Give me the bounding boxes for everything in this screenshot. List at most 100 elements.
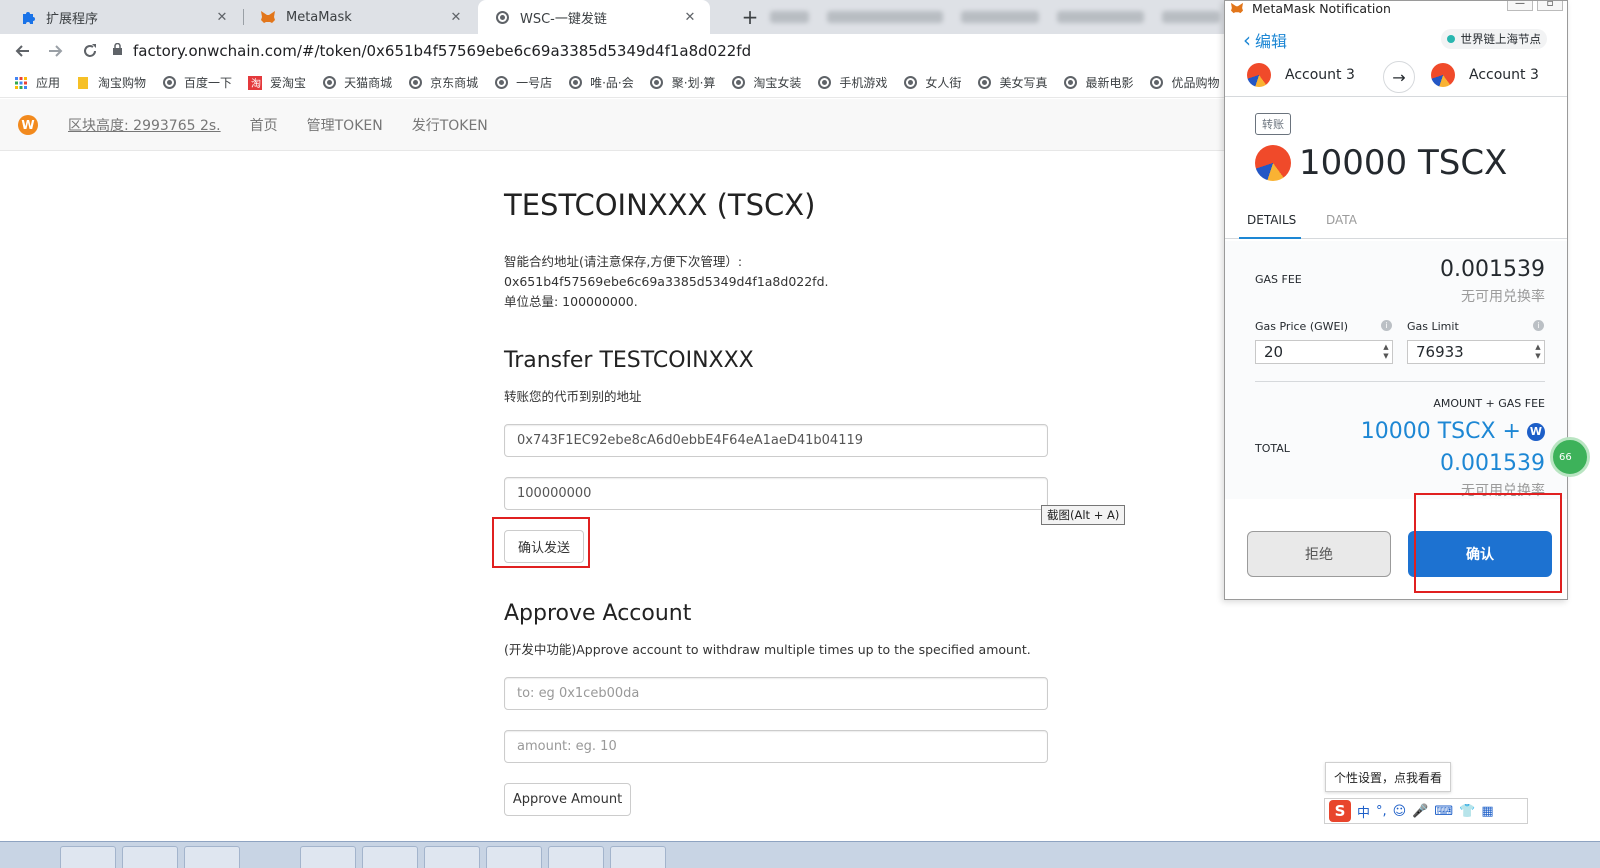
gas-price-input[interactable]: 20 ▲ ▼ [1255,340,1393,364]
metamask-titlebar: MetaMask Notification — ▫ [1225,1,1567,16]
ime-menu-icon[interactable]: ▦ [1481,804,1493,819]
bookmark-women-street[interactable]: 女人街 [903,74,961,91]
taskbar-item[interactable] [184,846,240,868]
taskbar-item[interactable] [486,846,542,868]
taskbar [0,841,1600,868]
transfer-amount-input[interactable]: 100000000 [504,477,1048,510]
contract-info: 智能合约地址(请注意保存,方便下次管理）: 0x651b4f57569ebe6c… [504,252,828,312]
metamask-tabs: DETAILS DATA [1225,207,1567,239]
bookmark-womens-wear[interactable]: 淘宝女装 [731,74,801,91]
divider [1255,381,1545,382]
url-field[interactable]: factory.onwchain.com/#/token/0x651b4f575… [112,42,751,60]
minimize-icon[interactable]: — [1507,1,1533,11]
globe-icon [322,76,336,90]
address-bar: factory.onwchain.com/#/token/0x651b4f575… [0,34,1230,68]
globe-icon [650,76,664,90]
approve-subtitle: (开发中功能)Approve account to withdraw multi… [504,642,1031,657]
recipient-address-input[interactable]: 0x743F1EC92ebe8cA6d0ebbE4F64eA1aeD41b041… [504,424,1048,457]
taskbar-item[interactable] [300,846,356,868]
tab-metamask[interactable]: MetaMask ✕ [244,0,476,34]
bookmark-label: 淘宝购物 [98,76,147,90]
taskbar-item[interactable] [60,846,116,868]
info-icon[interactable]: i [1381,320,1392,331]
tab-data[interactable]: DATA [1326,213,1357,227]
forward-arrow-icon[interactable] [42,37,70,65]
folder-icon [76,76,90,90]
stepper-icon[interactable]: ▲ ▼ [1380,341,1392,363]
ime-chinese-mode[interactable]: 中 [1357,802,1370,821]
tab-title: WSC-一键发链 [520,11,607,27]
tab-extensions[interactable]: 扩展程序 ✕ [4,0,242,34]
approve-to-input[interactable]: to: eg 0x1ceb00da [504,677,1048,710]
close-icon[interactable]: ✕ [448,10,464,25]
new-tab-button[interactable]: + [738,5,762,29]
taskbar-item[interactable] [548,846,604,868]
bookmark-taobao[interactable]: 淘宝购物 [76,74,146,91]
bookmark-label: 手机游戏 [839,76,888,90]
gas-fee-label: GAS FEE [1255,273,1302,286]
bookmark-photos[interactable]: 美女写真 [977,74,1047,91]
bookmark-vip[interactable]: 唯·品·会 [568,74,634,91]
gas-limit-input[interactable]: 76933 ▲ ▼ [1407,340,1545,364]
bookmark-tmall[interactable]: 天猫商城 [322,74,392,91]
site-logo[interactable]: W [18,114,38,135]
bookmark-apps[interactable]: 应用 [14,74,60,91]
bookmark-mobile-games[interactable]: 手机游戏 [817,74,887,91]
sogou-logo-icon[interactable]: S [1329,800,1351,822]
floating-badge[interactable]: 66 [1550,437,1590,477]
close-icon[interactable]: ✕ [214,10,230,25]
back-arrow-icon[interactable] [8,37,36,65]
transfer-subtitle: 转账您的代币到别的地址 [504,389,642,404]
nav-issue-token-link[interactable]: 发行TOKEN [412,115,488,135]
bookmark-baidu[interactable]: 百度一下 [162,74,232,91]
taskbar-item[interactable] [610,846,666,868]
bookmark-aitaobao[interactable]: 淘爱淘宝 [248,74,306,91]
block-height-link[interactable]: 区块高度: 2993765 2s. [68,115,221,135]
nav-home-link[interactable]: 首页 [250,115,278,135]
transfer-heading: Transfer TESTCOINXXX [504,348,754,373]
bookmark-juhuasuan[interactable]: 聚·划·算 [650,74,715,91]
approve-heading: Approve Account [504,601,692,626]
maximize-icon[interactable]: ▫ [1537,1,1563,11]
puzzle-icon [20,9,36,25]
info-icon[interactable]: i [1533,320,1544,331]
gas-limit-value: 76933 [1416,343,1464,361]
globe-icon [494,9,510,25]
bookmark-label: 百度一下 [184,76,233,90]
gas-limit-label: Gas Limit [1407,320,1459,333]
ime-voice-icon[interactable]: 🎤 [1412,804,1428,819]
ime-tooltip[interactable]: 个性设置，点我看看 [1325,762,1452,792]
browser-tab-bar: 扩展程序 ✕ MetaMask ✕ WSC-一键发链 ✕ + [0,0,1230,34]
globe-icon [731,76,745,90]
nav-manage-token-link[interactable]: 管理TOKEN [307,115,383,135]
to-account-name: Account 3 [1469,67,1539,83]
approve-amount-input[interactable]: amount: eg. 10 [504,730,1048,763]
from-account: Account 3 [1247,63,1355,87]
wsc-token-icon: W [1527,422,1545,441]
ime-punctuation-icon[interactable]: °, [1376,804,1387,819]
taskbar-item[interactable] [424,846,480,868]
ime-emoji-icon[interactable]: ☺ [1393,804,1407,819]
close-icon[interactable]: ✕ [682,10,698,25]
tab-details[interactable]: DETAILS [1247,213,1296,227]
edit-back-button[interactable]: ‹ 编辑 [1243,28,1287,52]
bookmark-jd[interactable]: 京东商城 [408,74,478,91]
ime-skin-icon[interactable]: 👕 [1459,804,1475,819]
bookmark-movies[interactable]: 最新电影 [1063,74,1133,91]
taskbar-item[interactable] [122,846,178,868]
to-account: Account 3 [1431,63,1539,87]
bookmark-yhd[interactable]: 一号店 [494,74,552,91]
approve-amount-button[interactable]: Approve Amount [504,783,631,816]
taskbar-item[interactable] [362,846,418,868]
ime-keyboard-icon[interactable]: ⌨ [1434,804,1453,819]
account-avatar [1247,63,1271,87]
network-indicator[interactable]: 世界链上海节点 [1440,29,1547,49]
total-amount-line: 10000 TSCX + W [1361,419,1545,444]
tab-wsc[interactable]: WSC-一键发链 ✕ [478,0,710,34]
bookmark-shopping[interactable]: 优品购物 [1149,74,1219,91]
reload-icon[interactable] [76,37,104,65]
stepper-icon[interactable]: ▲ ▼ [1532,341,1544,363]
network-name: 世界链上海节点 [1460,32,1542,46]
contract-address: 0x651b4f57569ebe6c69a3385d5349d4f1a8d022… [504,274,829,289]
reject-button[interactable]: 拒绝 [1247,531,1391,577]
